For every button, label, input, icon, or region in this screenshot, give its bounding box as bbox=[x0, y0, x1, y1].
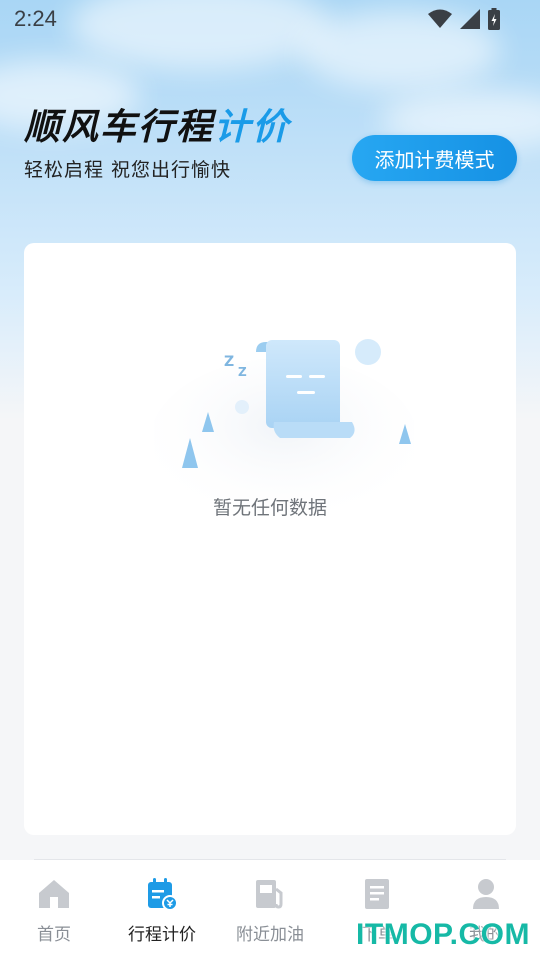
trip-list-card: Z Z 暂无任何数据 bbox=[24, 243, 516, 835]
tab-trip-pricing[interactable]: 行程计价 bbox=[108, 860, 216, 960]
status-time: 2:24 bbox=[14, 6, 57, 31]
tab-home[interactable]: 首页 bbox=[0, 860, 108, 960]
tab-nearby-fuel[interactable]: 附近加油 bbox=[216, 860, 324, 960]
empty-state-text: 暂无任何数据 bbox=[212, 497, 327, 519]
trip-calendar-icon bbox=[144, 876, 180, 912]
page-title: 顺风车行程计价 bbox=[24, 98, 290, 150]
fuel-pump-icon bbox=[252, 876, 288, 912]
battery-icon bbox=[488, 8, 500, 30]
tab-label-trip-pricing: 行程计价 bbox=[128, 925, 196, 945]
tab-label-nearby-fuel: 附近加油 bbox=[236, 925, 304, 945]
add-billing-mode-button[interactable]: 添加计费模式 bbox=[352, 135, 517, 181]
svg-text:Z: Z bbox=[238, 365, 247, 379]
user-icon bbox=[468, 876, 504, 912]
page-subtitle: 轻松启程 祝您出行愉快 bbox=[24, 159, 232, 181]
svg-text:Z: Z bbox=[224, 354, 234, 370]
page-title-accent: 计价 bbox=[214, 106, 291, 147]
tab-label-home: 首页 bbox=[37, 925, 71, 945]
home-icon bbox=[36, 876, 72, 912]
wifi-icon bbox=[428, 9, 452, 28]
order-document-icon bbox=[360, 876, 396, 912]
status-bar: 2:24 bbox=[0, 0, 540, 38]
signal-icon bbox=[460, 9, 480, 29]
page-title-main: 顺风车行程 bbox=[24, 106, 215, 147]
site-watermark: ITMOP.COM bbox=[356, 918, 530, 951]
